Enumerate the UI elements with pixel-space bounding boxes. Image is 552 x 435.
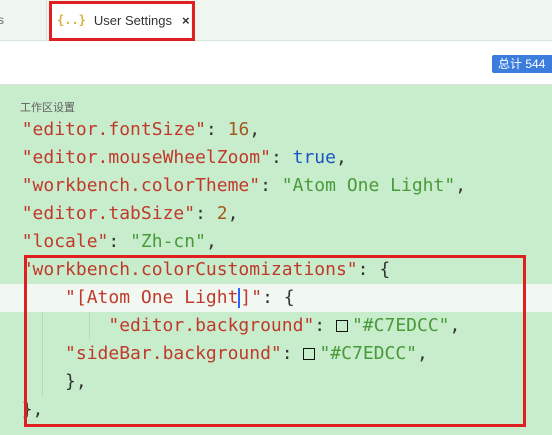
color-swatch[interactable]	[335, 320, 348, 332]
settings-count-badge: 总计 544	[492, 55, 552, 73]
settings-json-editor[interactable]: "editor.fontSize": 16, "editor.mouseWhee…	[0, 116, 552, 435]
tab-label: User Settings	[93, 12, 172, 28]
code-line: "sideBar.background": "#C7EDCC",	[65, 343, 428, 364]
code-line: },	[65, 371, 87, 392]
code-line: },	[21, 399, 44, 420]
code-line: "editor.background": "#C7EDCC",	[108, 315, 461, 336]
color-swatch[interactable]	[303, 348, 316, 360]
code-line: "editor.tabSize": 2,	[21, 203, 239, 224]
code-line: "workbench.colorCustomizations": {	[21, 259, 391, 280]
code-line: "locale": "Zh-cn",	[21, 231, 217, 252]
tab-previous[interactable]: s	[0, 0, 47, 40]
code-line: "workbench.colorTheme": "Atom One Light"…	[21, 175, 467, 196]
json-braces-icon: {..}	[57, 13, 86, 27]
section-label: 工作区设置	[20, 102, 75, 114]
tab-user-settings[interactable]: {..} User Settings ×	[51, 2, 191, 38]
tab-previous-label: s	[0, 13, 4, 27]
code-line-current: "[Atom One Light]": {	[0, 284, 552, 312]
tab-bar: s {..} User Settings ×	[0, 0, 552, 41]
code-line: "editor.fontSize": 16,	[21, 119, 261, 140]
close-icon[interactable]: ×	[182, 13, 190, 28]
settings-search-row: 总计 544	[0, 41, 552, 85]
code-line: "editor.mouseWheelZoom": true,	[21, 147, 347, 168]
